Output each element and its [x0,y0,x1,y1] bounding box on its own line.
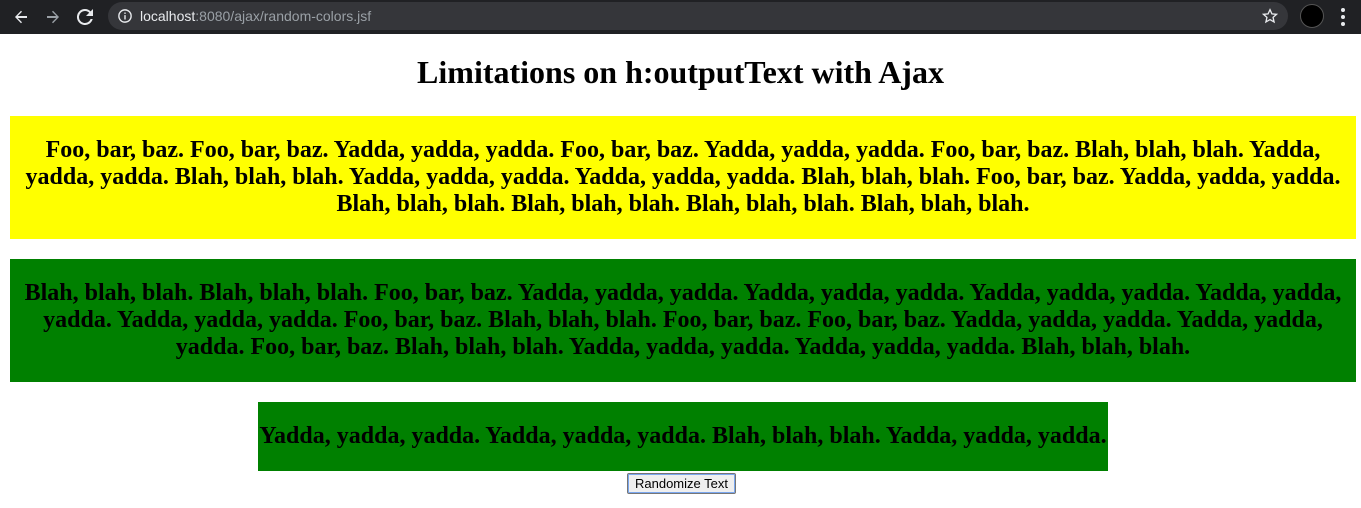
page-title: Limitations on h:outputText with Ajax [417,54,944,90]
yellow-output-text: Foo, bar, baz. Foo, bar, baz. Yadda, yad… [10,116,1356,239]
profile-avatar[interactable] [1300,4,1324,28]
info-icon [118,9,132,23]
forward-button[interactable] [40,4,66,30]
reload-icon [77,9,93,25]
menu-dots-icon[interactable] [1335,6,1351,28]
back-button[interactable] [8,4,34,30]
url-host: localhost [140,8,196,24]
randomize-text-button[interactable]: Randomize Text [627,473,736,494]
forward-arrow-icon [47,10,59,24]
url-text: localhost:8080/ajax/random-colors.jsf [140,8,371,24]
small-green-output-text: Yadda, yadda, yadda. Yadda, yadda, yadda… [258,402,1108,471]
bookmark-star-button[interactable] [1260,6,1280,26]
green-output-text: Blah, blah, blah. Blah, blah, blah. Foo,… [10,259,1356,382]
back-arrow-icon [15,10,27,24]
address-bar[interactable]: localhost:8080/ajax/random-colors.jsf [108,2,1288,30]
star-icon [1262,8,1278,24]
browser-toolbar: localhost:8080/ajax/random-colors.jsf [0,0,1361,34]
reload-button[interactable] [72,4,98,30]
url-path: :8080/ajax/random-colors.jsf [195,8,372,24]
